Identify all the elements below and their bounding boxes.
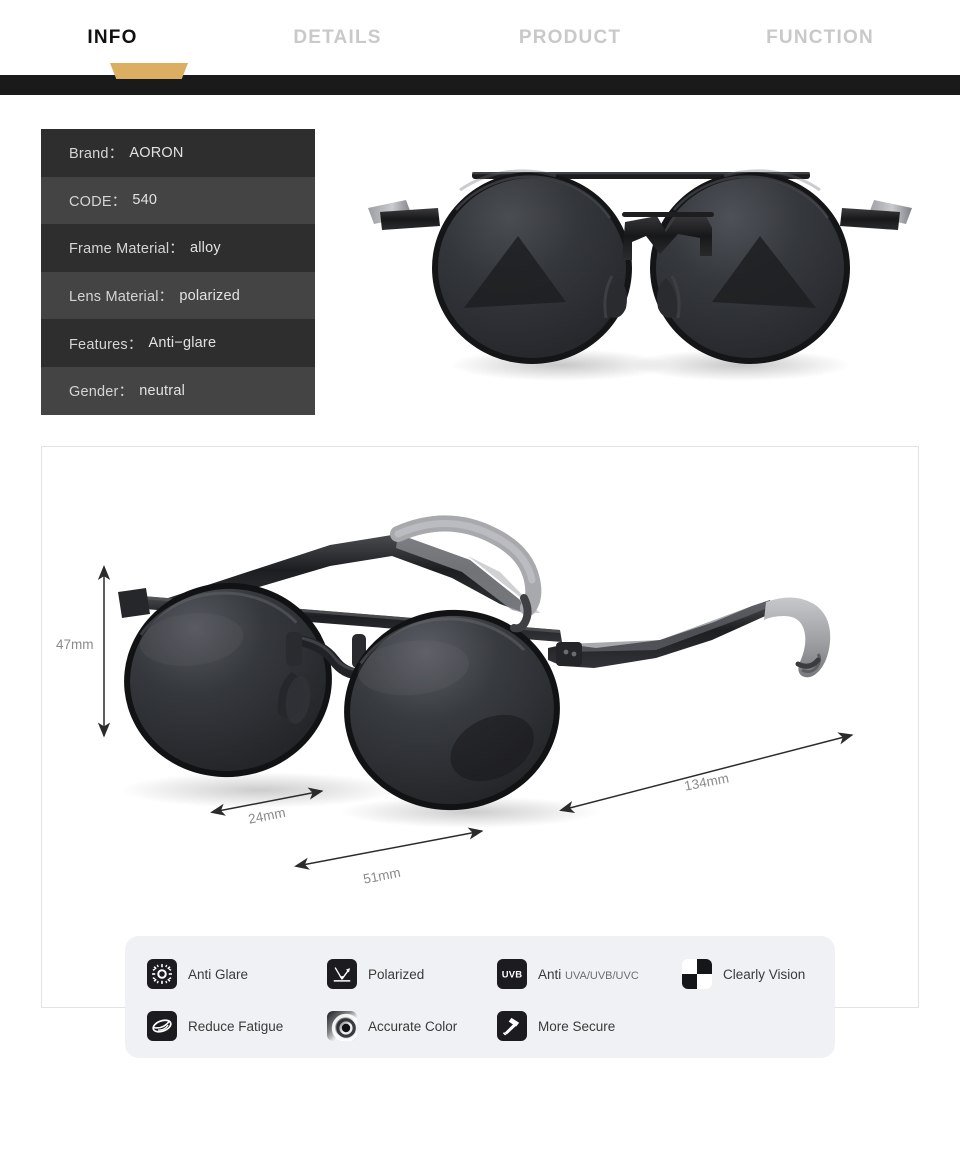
feature-label: Polarized: [368, 966, 425, 982]
feature-label: More Secure: [538, 1018, 616, 1034]
table-row: Lens Material： polarized: [41, 271, 315, 320]
active-tab-indicator: [110, 63, 188, 79]
spec-value: AORON: [129, 144, 184, 161]
eye-icon: [147, 1011, 177, 1041]
feature-list-card: Anti Glare Polarized UVB Anti UVA/UVB/UV…: [125, 936, 835, 1058]
table-row: Frame Material： alloy: [41, 224, 315, 272]
hammer-icon: [497, 1011, 527, 1041]
spec-label: Frame Material：: [69, 241, 184, 258]
spec-value: polarized: [179, 287, 240, 304]
tab-info[interactable]: INFO: [0, 27, 225, 49]
uvb-badge-icon: UVB: [497, 959, 527, 989]
feature-anti-glare: Anti Glare: [147, 958, 327, 990]
spec-value: Anti−glare: [148, 335, 217, 352]
feature-row-2: Reduce Fatigue Accurate Color More Secur…: [147, 1010, 682, 1042]
table-row: Gender： neutral: [41, 366, 315, 415]
feature-label: Accurate Color: [368, 1018, 458, 1034]
feature-clearly-vision: Clearly Vision: [682, 958, 842, 990]
spec-label: CODE：: [69, 193, 127, 210]
sun-glare-icon: [147, 959, 177, 989]
spec-label: Lens Material：: [69, 289, 174, 306]
tab-product[interactable]: PRODUCT: [450, 27, 690, 49]
spec-value: 540: [132, 192, 158, 209]
feature-label: Anti Glare: [188, 966, 249, 982]
table-row: Features： Anti−glare: [41, 319, 315, 367]
specification-table: Brand： AORON CODE： 540 Frame Material： a…: [41, 129, 315, 415]
spec-label: Gender：: [69, 384, 134, 401]
feature-label: Reduce Fatigue: [188, 1018, 284, 1034]
measurement-diagram-panel: [41, 446, 919, 1008]
checkerboard-icon: [682, 959, 712, 989]
product-detail-page: INFO DETAILS PRODUCT FUNCTION Brand： AOR…: [0, 0, 960, 1150]
color-ring-icon: [327, 1011, 357, 1041]
tab-details[interactable]: DETAILS: [225, 27, 450, 49]
feature-anti-uv: UVB Anti UVA/UVB/UVC: [497, 958, 682, 990]
spec-value: alloy: [190, 239, 221, 256]
feature-reduce-fatigue: Reduce Fatigue: [147, 1010, 327, 1042]
polarized-arrows-icon: [327, 959, 357, 989]
table-row: Brand： AORON: [41, 129, 315, 177]
table-row: CODE： 540: [41, 176, 315, 225]
spec-label: Brand：: [69, 146, 124, 163]
spec-label: Features：: [69, 336, 143, 353]
product-front-view-image: [360, 150, 920, 430]
spec-value: neutral: [139, 382, 186, 399]
feature-label: Anti UVA/UVB/UVC: [538, 967, 639, 982]
feature-polarized: Polarized: [327, 958, 497, 990]
feature-label: Clearly Vision: [723, 966, 806, 982]
tab-function[interactable]: FUNCTION: [690, 27, 950, 49]
svg-text:UVB: UVB: [502, 970, 523, 981]
feature-row-1: Anti Glare Polarized UVB Anti UVA/UVB/UV…: [147, 958, 842, 990]
feature-label-main: Anti: [538, 966, 566, 982]
dimension-label-lens-height: 47mm: [56, 637, 94, 652]
feature-label-sub: UVA/UVB/UVC: [565, 969, 639, 982]
feature-more-secure: More Secure: [497, 1010, 682, 1042]
feature-accurate-color: Accurate Color: [327, 1010, 497, 1042]
